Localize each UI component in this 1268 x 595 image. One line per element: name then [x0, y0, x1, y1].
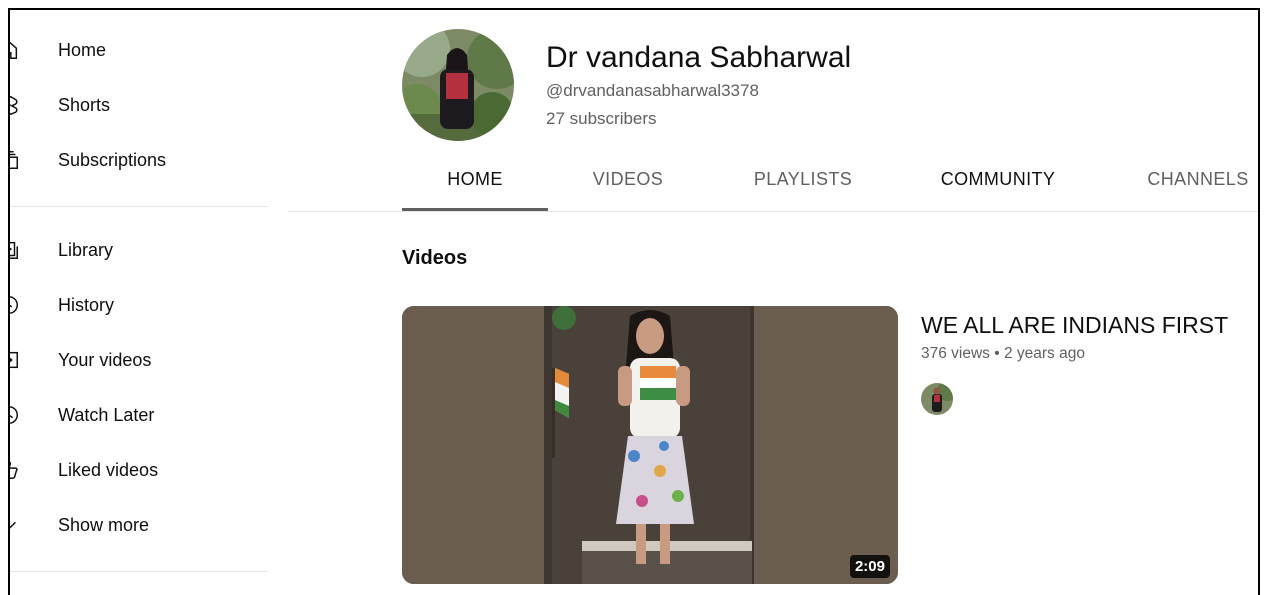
subscriptions-icon	[10, 149, 20, 171]
sidebar: Home Shorts Subscriptions Library Histor…	[10, 10, 280, 595]
tab-label: CHANNELS	[1147, 169, 1249, 189]
tab-channels[interactable]: CHANNELS	[1140, 159, 1256, 211]
tab-label: VIDEOS	[592, 169, 664, 189]
tab-label: COMMUNITY	[940, 169, 1056, 189]
sidebar-item-liked-videos[interactable]: Liked videos	[10, 450, 270, 490]
history-icon	[10, 294, 20, 316]
sidebar-item-label: Library	[58, 240, 114, 260]
sidebar-item-label: Your videos	[58, 350, 152, 370]
sidebar-item-label: Show more	[58, 515, 150, 535]
channel-name: Dr vandana Sabharwal	[546, 41, 852, 74]
section-title: Videos	[402, 247, 468, 269]
sidebar-item-label: Home	[58, 40, 107, 60]
tab-videos[interactable]: VIDEOS	[582, 159, 674, 211]
sidebar-divider	[10, 206, 268, 207]
tab-home[interactable]: HOME	[402, 159, 548, 211]
browser-frame: Home Shorts Subscriptions Library Histor…	[8, 8, 1260, 595]
chevron-down-icon	[10, 514, 20, 536]
sidebar-item-watch-later[interactable]: Watch Later	[10, 395, 270, 435]
sidebar-item-label: History	[58, 295, 115, 315]
tab-label: PLAYLISTS	[753, 169, 853, 189]
sidebar-item-label: Subscriptions	[58, 150, 167, 170]
library-icon	[10, 239, 20, 261]
sidebar-item-show-more[interactable]: Show more	[10, 505, 270, 545]
sidebar-item-label: Liked videos	[58, 460, 159, 480]
tab-label: HOME	[447, 169, 503, 189]
video-thumbnail[interactable]: 2:09	[402, 306, 898, 584]
tab-community[interactable]: COMMUNITY	[936, 159, 1060, 211]
sidebar-item-label: Shorts	[58, 95, 111, 115]
home-icon	[10, 39, 20, 61]
tab-playlists[interactable]: PLAYLISTS	[746, 159, 860, 211]
sidebar-item-label: Watch Later	[58, 405, 155, 425]
sidebar-divider	[10, 571, 268, 572]
video-duration: 2:09	[849, 555, 890, 578]
channel-avatar[interactable]	[402, 29, 514, 141]
sidebar-item-subscriptions[interactable]: Subscriptions	[10, 140, 270, 180]
shorts-icon	[10, 94, 20, 116]
tabs-divider	[288, 211, 1258, 212]
watch-later-icon	[10, 404, 20, 426]
sidebar-item-home[interactable]: Home	[10, 30, 270, 70]
sidebar-item-your-videos[interactable]: Your videos	[10, 340, 270, 380]
liked-videos-icon	[10, 459, 20, 481]
subscriber-count: 27 subscribers	[546, 109, 657, 128]
video-channel-avatar[interactable]	[921, 383, 953, 415]
sidebar-item-library[interactable]: Library	[10, 230, 270, 270]
channel-handle: @drvandanasabharwal3378	[546, 81, 759, 100]
video-title[interactable]: WE ALL ARE INDIANS FIRST	[921, 312, 1228, 339]
sidebar-item-shorts[interactable]: Shorts	[10, 85, 270, 125]
your-videos-icon	[10, 349, 20, 371]
video-meta: 376 views • 2 years ago	[921, 345, 1085, 362]
sidebar-item-history[interactable]: History	[10, 285, 270, 325]
